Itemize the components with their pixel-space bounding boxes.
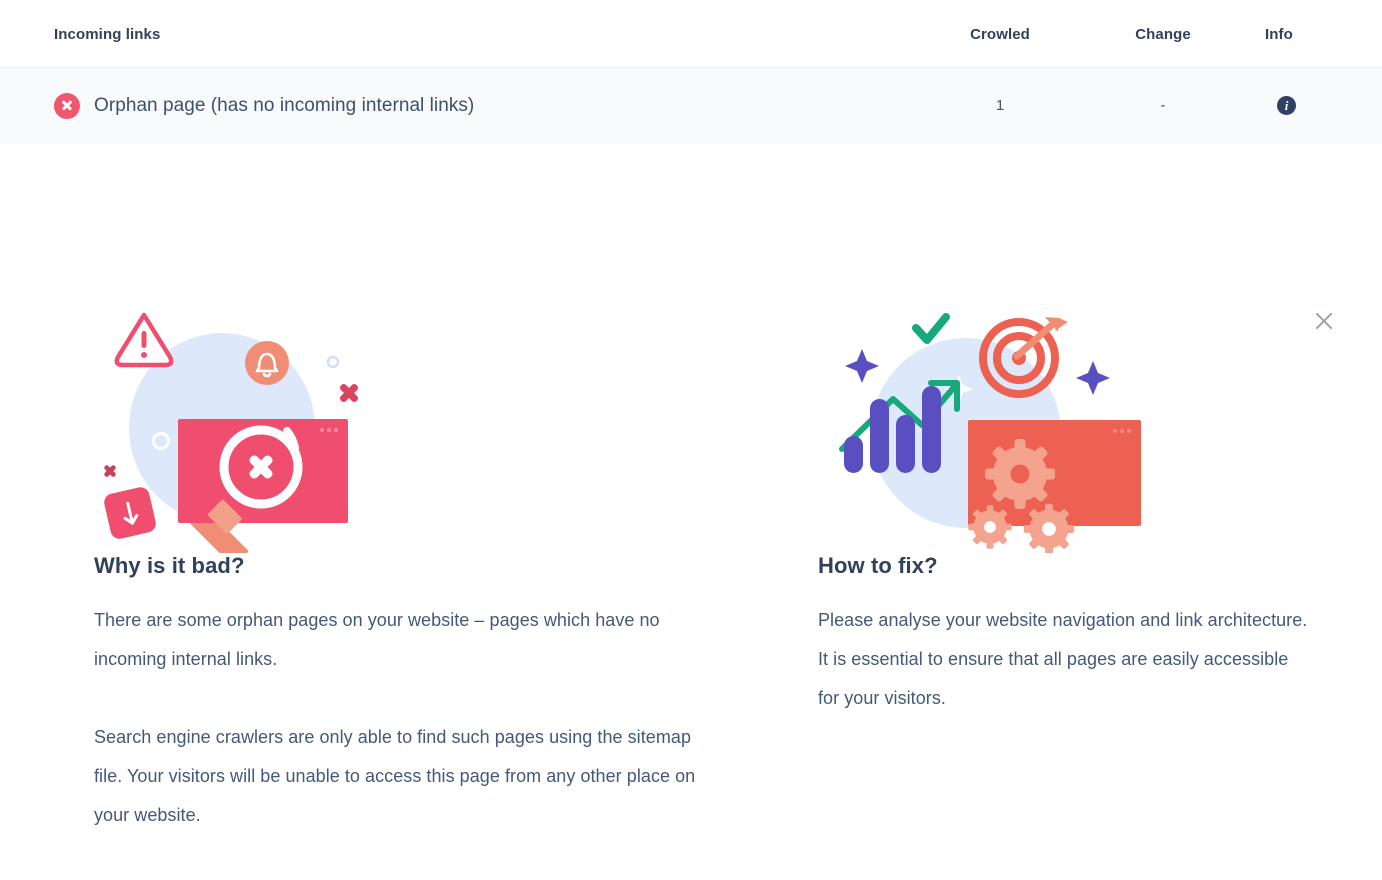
cell-change: - (1160, 97, 1166, 114)
how-to-fix-column: How to fix? Please analyse your website … (818, 303, 1308, 718)
issue-row-label-group: Orphan page (has no incoming internal li… (54, 68, 474, 143)
why-is-it-bad-paragraph-2: Search engine crawlers are only able to … (94, 727, 696, 825)
growth-target-gears-illustration (818, 303, 1308, 553)
cell-info: i (1265, 68, 1345, 143)
column-header-change[interactable]: Change (1103, 0, 1223, 68)
column-header-info[interactable]: Info (1265, 0, 1345, 68)
issue-title[interactable]: Orphan page (has no incoming internal li… (94, 95, 474, 117)
how-to-fix-paragraph-1: Please analyse your website navigation a… (818, 610, 1308, 708)
column-header-incoming-links[interactable]: Incoming links (54, 0, 160, 68)
error-cross-icon (54, 92, 80, 119)
close-icon[interactable] (1310, 307, 1338, 335)
info-icon[interactable]: i (1277, 96, 1296, 115)
cell-crowled: 1 (995, 97, 1005, 114)
how-to-fix-heading: How to fix? (818, 553, 938, 578)
why-is-it-bad-paragraph-1: There are some orphan pages on your webs… (94, 610, 660, 669)
broken-search-illustration (94, 303, 714, 553)
issue-detail-panel: Why is it bad? There are some orphan pag… (0, 143, 1382, 880)
why-is-it-bad-column: Why is it bad? There are some orphan pag… (94, 303, 714, 880)
issue-detail-page: Incoming links Crowled Change Info Orpha… (0, 0, 1382, 880)
why-is-it-bad-heading: Why is it bad? (94, 553, 245, 578)
column-header-crowled[interactable]: Crowled (940, 0, 1060, 68)
table-row[interactable]: Orphan page (has no incoming internal li… (0, 68, 1382, 143)
table-header: Incoming links Crowled Change Info (0, 0, 1382, 68)
